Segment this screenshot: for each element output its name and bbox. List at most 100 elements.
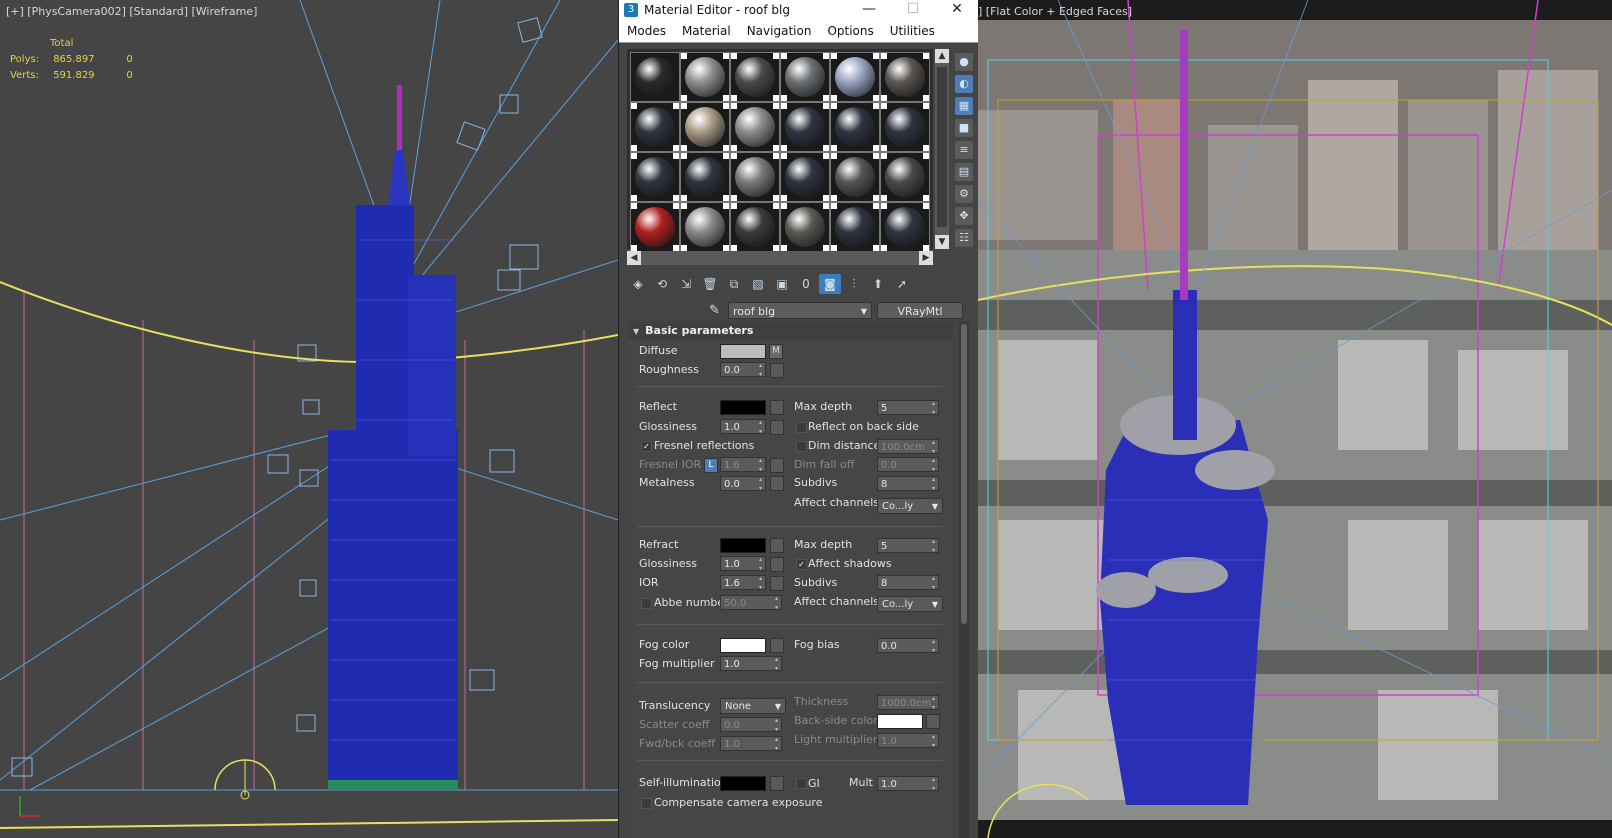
thickness-spinner[interactable]: 1000.0cm xyxy=(877,694,939,712)
close-button[interactable]: ✕ xyxy=(935,0,979,20)
viewport-flat-color-edged-faces[interactable]: ] [Flat Color + Edged Faces] xyxy=(978,0,1612,838)
material-id-channel-icon[interactable]: 0 xyxy=(795,274,817,294)
menu-modes[interactable]: Modes xyxy=(627,24,666,38)
ior-map-button[interactable] xyxy=(770,576,784,591)
uv-tiling-icon[interactable]: ■ xyxy=(955,119,973,137)
back-side-map-button[interactable] xyxy=(926,714,940,729)
go-to-parent-icon[interactable]: ⬆ xyxy=(867,274,889,294)
make-unique-icon[interactable]: ▧ xyxy=(747,274,769,294)
background-icon[interactable]: ▦ xyxy=(955,97,973,115)
backlight-icon[interactable]: ◐ xyxy=(955,75,973,93)
select-by-material-icon[interactable]: ✥ xyxy=(955,207,973,225)
self-illumination-map-button[interactable] xyxy=(770,776,784,791)
reflect-map-button[interactable] xyxy=(770,400,784,415)
scatter-coeff-spinner[interactable]: 0.0 xyxy=(720,716,782,734)
fog-color-map-button[interactable] xyxy=(770,638,784,653)
material-sample-slot[interactable] xyxy=(880,202,930,252)
gi-checkbox[interactable] xyxy=(796,778,807,789)
scroll-thumb[interactable] xyxy=(937,67,947,227)
refl-affect-channels-dropdown[interactable]: Co...ly ▼ xyxy=(877,498,943,514)
dim-falloff-spinner[interactable]: 0.0 xyxy=(877,456,939,474)
menu-options[interactable]: Options xyxy=(827,24,873,38)
make-preview-icon[interactable]: ▤ xyxy=(955,163,973,181)
diffuse-color-swatch[interactable] xyxy=(720,344,766,359)
maximize-button[interactable]: ☐ xyxy=(891,0,935,20)
material-sample-slot[interactable] xyxy=(630,202,680,252)
refr-max-depth-spinner[interactable]: 5 xyxy=(877,537,939,555)
material-sample-slot[interactable] xyxy=(830,152,880,202)
material-sample-slot[interactable] xyxy=(630,102,680,152)
material-sample-slot[interactable] xyxy=(680,102,730,152)
roughness-map-button[interactable] xyxy=(770,363,784,378)
refl-glossiness-spinner[interactable]: 1.0 xyxy=(720,418,766,436)
put-to-library-icon[interactable]: ▣ xyxy=(771,274,793,294)
refl-max-depth-spinner[interactable]: 5 xyxy=(877,399,939,417)
options-icon[interactable]: ⚙ xyxy=(955,185,973,203)
material-sample-slot[interactable] xyxy=(830,102,880,152)
show-shaded-material-icon[interactable]: ◙ xyxy=(819,274,841,294)
put-to-scene-icon[interactable]: ⟲ xyxy=(651,274,673,294)
material-sample-slot[interactable] xyxy=(630,152,680,202)
translucency-dropdown[interactable]: None ▼ xyxy=(720,698,786,714)
fresnel-ior-lock-button[interactable]: L xyxy=(704,458,718,473)
viewport-label[interactable]: [+] [PhysCamera002] [Standard] [Wirefram… xyxy=(6,5,257,18)
abbe-checkbox[interactable] xyxy=(641,598,652,609)
show-end-result-icon[interactable]: ⫶ xyxy=(843,274,865,294)
material-sample-slot[interactable] xyxy=(780,102,830,152)
refl-subdivs-spinner[interactable]: 8 xyxy=(877,475,939,493)
back-side-color-swatch[interactable] xyxy=(877,714,923,729)
material-sample-slot[interactable] xyxy=(830,52,880,102)
refl-glossiness-map-button[interactable] xyxy=(770,420,784,435)
fog-multiplier-spinner[interactable]: 1.0 xyxy=(720,655,782,673)
fresnel-checkbox[interactable]: ✓ xyxy=(641,441,652,452)
video-color-check-icon[interactable]: ≡ xyxy=(955,141,973,159)
refr-subdivs-spinner[interactable]: 8 xyxy=(877,574,939,592)
get-material-icon[interactable]: ◈ xyxy=(627,274,649,294)
go-forward-sibling-icon[interactable]: ➚ xyxy=(891,274,913,294)
metalness-map-button[interactable] xyxy=(770,476,784,491)
fresnel-ior-map-button[interactable] xyxy=(770,458,784,473)
material-sample-slot[interactable] xyxy=(880,152,930,202)
ior-spinner[interactable]: 1.6 xyxy=(720,574,766,592)
rollout-scroll-thumb[interactable] xyxy=(961,324,967,624)
light-multiplier-spinner[interactable]: 1.0 xyxy=(877,732,939,750)
viewport-physcamera-wireframe[interactable]: [+] [PhysCamera002] [Standard] [Wirefram… xyxy=(0,0,618,838)
assign-to-selection-icon[interactable]: ⇲ xyxy=(675,274,697,294)
refract-color-swatch[interactable] xyxy=(720,538,766,553)
scroll-left-icon[interactable]: ◀ xyxy=(627,251,641,265)
menu-material[interactable]: Material xyxy=(682,24,731,38)
reset-map-icon[interactable]: 🗑 xyxy=(699,274,721,294)
sample-type-icon[interactable]: ● xyxy=(955,53,973,71)
fog-bias-spinner[interactable]: 0.0 xyxy=(877,637,939,655)
material-navigator-icon[interactable]: ☷ xyxy=(955,229,973,247)
collapse-arrow-icon[interactable]: ▼ xyxy=(633,327,639,336)
menu-navigation[interactable]: Navigation xyxy=(747,24,812,38)
scroll-up-icon[interactable]: ▲ xyxy=(935,49,949,63)
fog-color-swatch[interactable] xyxy=(720,638,766,653)
compensate-exposure-checkbox[interactable] xyxy=(641,798,652,809)
material-sample-slot[interactable] xyxy=(880,102,930,152)
dim-distance-checkbox[interactable] xyxy=(796,441,807,452)
material-sample-slot[interactable] xyxy=(730,102,780,152)
refr-glossiness-map-button[interactable] xyxy=(770,557,784,572)
eyedropper-icon[interactable]: ✎ xyxy=(709,303,720,318)
material-type-button[interactable]: VRayMtl xyxy=(877,302,963,319)
scroll-right-icon[interactable]: ▶ xyxy=(919,251,933,265)
fresnel-ior-spinner[interactable]: 1.6 xyxy=(720,456,766,474)
diffuse-map-button[interactable]: M xyxy=(769,344,783,359)
material-sample-slot[interactable] xyxy=(680,152,730,202)
refr-glossiness-spinner[interactable]: 1.0 xyxy=(720,555,766,573)
refract-map-button[interactable] xyxy=(770,538,784,553)
minimize-button[interactable]: — xyxy=(847,0,891,20)
window-titlebar[interactable]: 3 Material Editor - roof blg — ☐ ✕ xyxy=(619,0,979,20)
mult-spinner[interactable]: 1.0 xyxy=(877,775,939,793)
material-sample-slot[interactable] xyxy=(780,52,830,102)
slots-vertical-scrollbar[interactable]: ▲ ▼ xyxy=(935,49,949,249)
reflect-back-checkbox[interactable] xyxy=(796,422,807,433)
dim-distance-spinner[interactable]: 100.0cm xyxy=(877,438,939,456)
material-sample-slot[interactable] xyxy=(730,202,780,252)
material-sample-slot[interactable] xyxy=(830,202,880,252)
refr-affect-channels-dropdown[interactable]: Co...ly ▼ xyxy=(877,596,943,612)
material-sample-slot[interactable] xyxy=(780,152,830,202)
material-sample-slot[interactable] xyxy=(780,202,830,252)
